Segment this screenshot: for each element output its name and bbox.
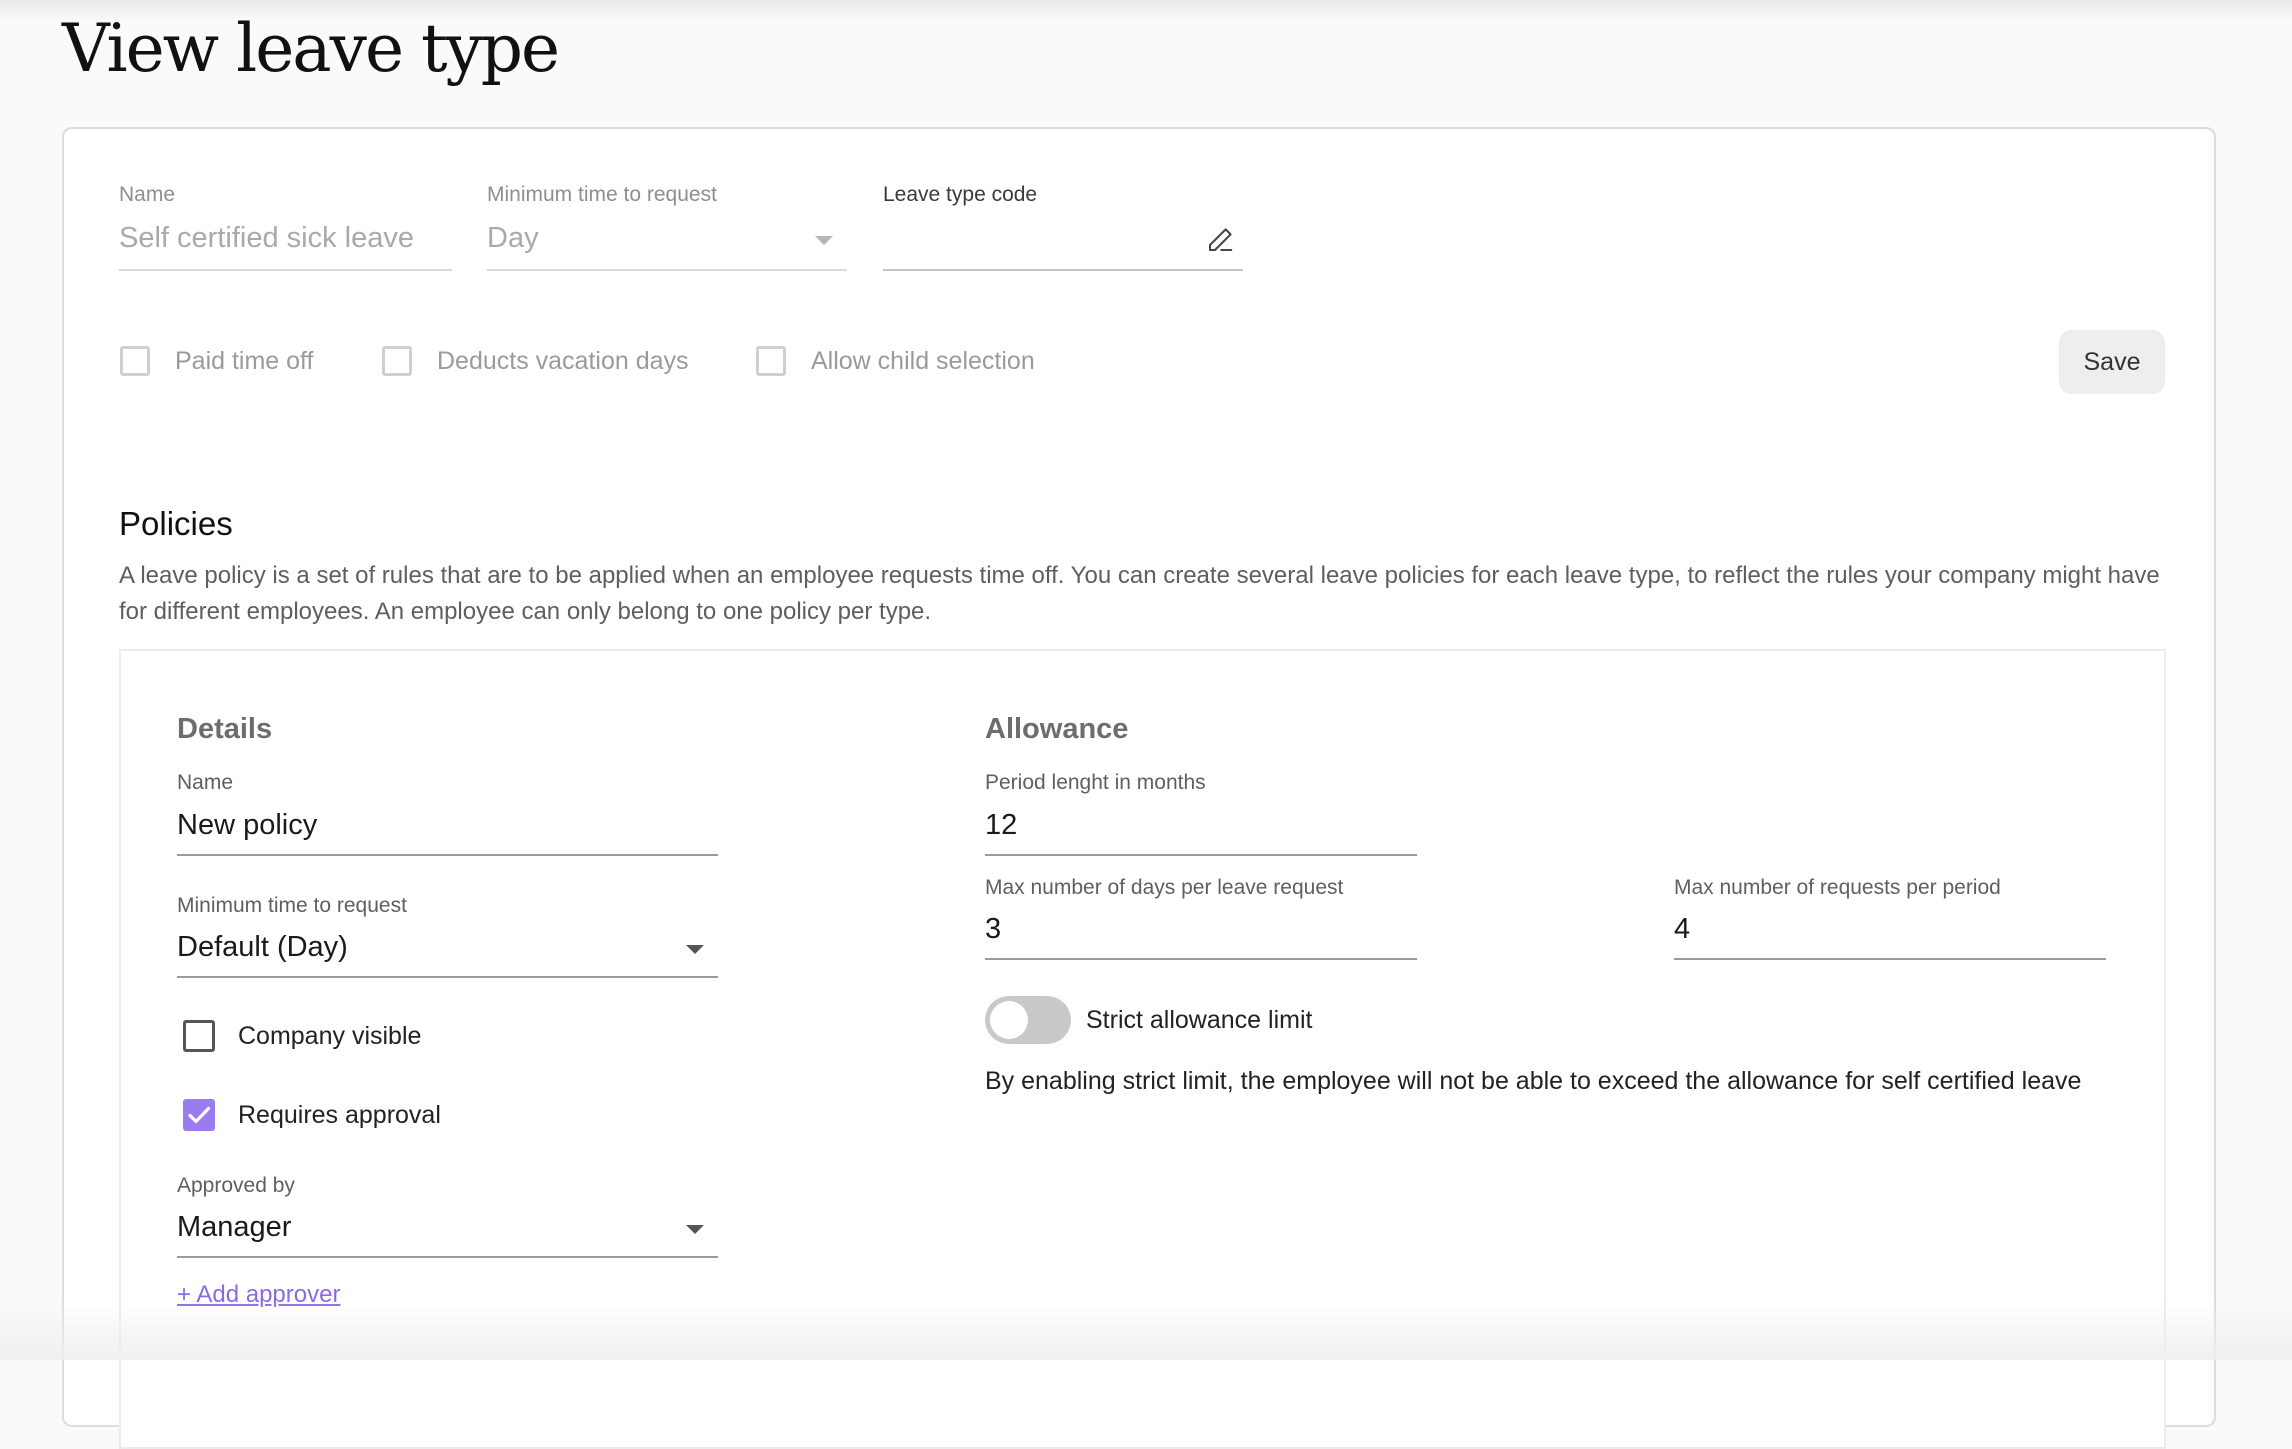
period-length-label: Period lenght in months (985, 771, 1206, 794)
details-heading: Details (177, 713, 273, 745)
field-underline (985, 854, 1417, 856)
leave-type-code-field[interactable]: Leave type code (883, 183, 1243, 271)
field-underline (177, 976, 718, 978)
deducts-vacation-days-label: Deducts vacation days (437, 346, 689, 375)
policies-description: A leave policy is a set of rules that ar… (119, 562, 2160, 625)
approved-by-value: Manager (177, 1211, 292, 1243)
policy-name-field[interactable]: Name New policy (177, 771, 718, 857)
policy-min-time-value: Default (Day) (177, 931, 348, 963)
max-requests-value: 4 (1674, 913, 1691, 945)
allow-child-selection-label: Allow child selection (811, 346, 1035, 375)
requires-approval-checkbox[interactable]: Requires approval (183, 1099, 441, 1131)
field-underline (1674, 958, 2106, 960)
paid-time-off-label: Paid time off (175, 346, 314, 375)
leave-type-min-time-label: Minimum time to request (487, 183, 717, 206)
max-requests-label: Max number of requests per period (1674, 876, 2001, 899)
max-requests-field[interactable]: Max number of requests per period 4 (1674, 876, 2106, 962)
checkmark-icon (188, 1106, 211, 1124)
deducts-vacation-days-checkbox[interactable]: Deducts vacation days (382, 346, 689, 376)
period-length-field[interactable]: Period lenght in months 12 (985, 771, 1417, 857)
period-length-value: 12 (985, 809, 1018, 841)
policy-min-time-label: Minimum time to request (177, 894, 407, 917)
chevron-down-icon (815, 236, 833, 245)
leave-type-name-field[interactable]: Name Self certified sick leave (119, 183, 452, 271)
company-visible-checkbox[interactable]: Company visible (183, 1020, 421, 1052)
page-title: View leave type (62, 10, 560, 87)
field-underline (487, 269, 847, 271)
leave-type-name-value: Self certified sick leave (119, 222, 414, 254)
pencil-icon[interactable] (1205, 225, 1235, 255)
leave-type-name-label: Name (119, 183, 176, 206)
checkbox-box[interactable] (120, 346, 150, 376)
paid-time-off-checkbox[interactable]: Paid time off (120, 346, 314, 376)
checkbox-box[interactable] (382, 346, 412, 376)
max-days-value: 3 (985, 913, 1002, 945)
max-days-label: Max number of days per leave request (985, 876, 1344, 899)
allowance-heading: Allowance (985, 713, 1129, 745)
strict-allowance-label: Strict allowance limit (1086, 1006, 1313, 1034)
field-underline (119, 269, 452, 271)
leave-type-min-time-select[interactable]: Minimum time to request Day (487, 183, 847, 271)
policies-title: Policies (119, 505, 233, 542)
policy-name-value: New policy (177, 809, 318, 841)
field-underline (985, 958, 1417, 960)
policy-name-label: Name (177, 771, 234, 794)
approved-by-label: Approved by (177, 1174, 295, 1197)
approved-by-select[interactable]: Approved by Manager (177, 1174, 718, 1260)
leave-type-min-time-value: Day (487, 222, 539, 254)
leave-type-code-label: Leave type code (883, 183, 1038, 206)
save-button[interactable]: Save (2059, 330, 2165, 394)
checkbox-box[interactable] (756, 346, 786, 376)
field-underline (177, 1256, 718, 1258)
strict-allowance-toggle[interactable] (985, 996, 1071, 1044)
checkbox-box-checked[interactable] (183, 1099, 215, 1131)
field-underline (177, 854, 718, 856)
policy-min-time-select[interactable]: Minimum time to request Default (Day) (177, 894, 718, 980)
requires-approval-label: Requires approval (238, 1100, 441, 1129)
field-underline (883, 269, 1243, 271)
allow-child-selection-checkbox[interactable]: Allow child selection (756, 346, 1035, 376)
toggle-knob (990, 1001, 1028, 1039)
checkbox-box[interactable] (183, 1020, 215, 1052)
company-visible-label: Company visible (238, 1021, 422, 1050)
bottom-fade (0, 1300, 2292, 1360)
max-days-field[interactable]: Max number of days per leave request 3 (985, 876, 1417, 962)
chevron-down-icon (686, 945, 704, 954)
chevron-down-icon (686, 1225, 704, 1234)
strict-limit-hint: By enabling strict limit, the employee w… (985, 1067, 2082, 1095)
